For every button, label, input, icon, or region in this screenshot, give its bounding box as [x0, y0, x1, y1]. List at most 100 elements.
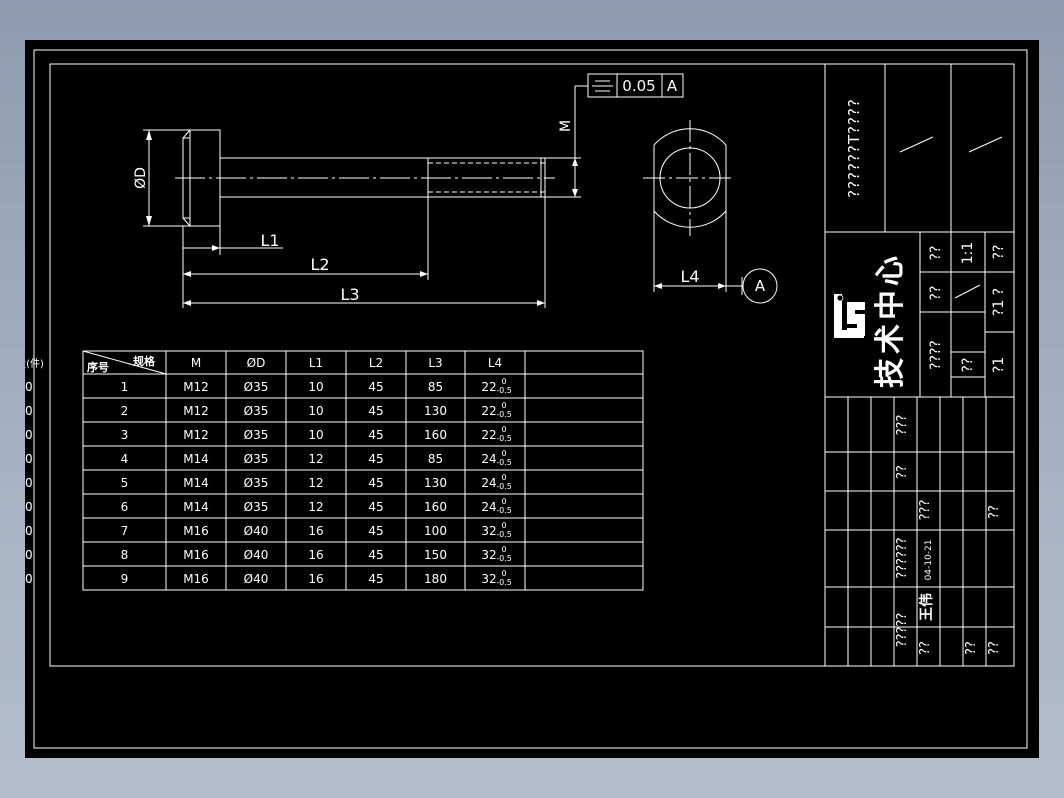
- table-cell-no: 7: [121, 524, 129, 538]
- arrow: [183, 271, 191, 277]
- corner-top-label: 规格: [133, 354, 156, 368]
- table-cell-d: Ø40: [244, 572, 269, 586]
- table-cell-m: M16: [183, 548, 209, 562]
- tb-date: 04-10-21: [924, 540, 934, 581]
- table-cell-m: M12: [183, 428, 209, 442]
- arrow: [183, 300, 191, 306]
- title-block: ??????T???? 技术中心 ?? ?? ???? 1:1 ?? ?? ?1…: [824, 64, 1014, 666]
- table-cell-m: M16: [183, 572, 209, 586]
- tolerance-upper: 0: [501, 569, 506, 578]
- table-cell-m: M14: [183, 476, 209, 490]
- tolerance-upper: 0: [501, 449, 506, 458]
- arrow: [718, 283, 726, 289]
- tb-q-f: ?1: [991, 357, 1007, 373]
- tolerance-upper: 0: [501, 401, 506, 410]
- table-cell-l4: 24: [481, 452, 496, 466]
- table-cell-qty: 20: [25, 476, 33, 490]
- table-cell-l2: 45: [368, 572, 383, 586]
- table-cell-l4: 32: [481, 548, 496, 562]
- tb-q-top: ??????T????: [845, 98, 863, 198]
- table-cell-l1: 16: [308, 572, 323, 586]
- table-cell-l4: 22: [481, 428, 496, 442]
- table-cell-d: Ø40: [244, 524, 269, 538]
- table-cell-l2: 45: [368, 404, 383, 418]
- table-cell-l4: 24: [481, 500, 496, 514]
- table-cell-l1: 10: [308, 428, 323, 442]
- tb-slash: [968, 136, 1003, 153]
- table-cell-l3: 130: [424, 404, 447, 418]
- table-cell-m: M14: [183, 452, 209, 466]
- table-cell-l1: 16: [308, 548, 323, 562]
- tb-q-j: ???: [918, 500, 933, 521]
- datum-label: A: [755, 277, 766, 295]
- arrow: [212, 245, 220, 251]
- tb-q-b: ??: [928, 286, 944, 301]
- tb-q-i: ??????: [895, 537, 910, 578]
- tb-q-e: ?1 ?: [991, 288, 1007, 316]
- table-cell-no: 4: [121, 452, 129, 466]
- tolerance-upper: 0: [501, 425, 506, 434]
- tolerance-lower: -0.5: [496, 506, 512, 515]
- dim-m-label: M: [558, 120, 574, 132]
- table-cell-qty: 20: [25, 548, 33, 562]
- table-cell-l2: 45: [368, 500, 383, 514]
- tolerance-datum: A: [667, 77, 678, 95]
- dim-l1-label: L1: [260, 231, 279, 250]
- table-cell-qty: 20: [25, 524, 33, 538]
- table-cell-qty: 20: [25, 500, 33, 514]
- arrow: [572, 189, 578, 197]
- table-cell-d: Ø35: [244, 380, 269, 394]
- table-cell-l1: 12: [308, 476, 323, 490]
- dim-l3-label: L3: [340, 285, 359, 304]
- tolerance-lower: -0.5: [496, 386, 512, 395]
- tb-q-d: ??: [991, 245, 1007, 260]
- table-cell-l3: 130: [424, 476, 447, 490]
- table-cell-l2: 45: [368, 380, 383, 394]
- tolerance-lower: -0.5: [496, 410, 512, 419]
- table-header-cell: L4: [488, 356, 502, 370]
- table-cell-d: Ø35: [244, 452, 269, 466]
- tb-name: 王伟: [918, 593, 935, 621]
- tb-q-n: ??: [964, 641, 979, 655]
- dim-d-label: ØD: [133, 167, 149, 189]
- tolerance-lower: -0.5: [496, 458, 512, 467]
- tb-q-l: ?????: [895, 613, 910, 648]
- table-header-cell: L1: [309, 356, 323, 370]
- table-cell-l2: 45: [368, 548, 383, 562]
- part-side-view: ØD M 0.05 A L1 L2 L3: [133, 73, 684, 308]
- drawing-canvas: ØD M 0.05 A L1 L2 L3 L4 A 规格 序号 M ØD L1 …: [25, 40, 1039, 758]
- table-cell-l3: 160: [424, 500, 447, 514]
- table-cell-no: 1: [121, 380, 129, 394]
- table-cell-d: Ø35: [244, 500, 269, 514]
- company-name: 技术中心: [873, 252, 908, 388]
- table-cell-no: 8: [121, 548, 129, 562]
- dim-l2-label: L2: [310, 255, 329, 274]
- tolerance-upper: 0: [501, 377, 506, 386]
- tb-q-m: ??: [960, 358, 976, 373]
- tb-slash: [899, 136, 934, 153]
- table-cell-l3: 85: [428, 452, 443, 466]
- table-cell-m: M16: [183, 524, 209, 538]
- table-header-cell: M: [191, 356, 201, 370]
- table-header-cell: 数量(件): [25, 357, 44, 370]
- table-cell-l4: 32: [481, 572, 496, 586]
- table-cell-d: Ø35: [244, 476, 269, 490]
- arrow: [537, 300, 545, 306]
- arrow: [146, 130, 152, 140]
- arrow: [572, 158, 578, 166]
- table-cell-no: 9: [121, 572, 129, 586]
- tb-scale: 1:1: [960, 242, 976, 265]
- table-cell-m: M12: [183, 380, 209, 394]
- tolerance-value: 0.05: [622, 77, 655, 95]
- table-cell-l3: 150: [424, 548, 447, 562]
- table-cell-m: M14: [183, 500, 209, 514]
- table-cell-l4: 22: [481, 380, 496, 394]
- tb-q-h: ??: [895, 465, 910, 479]
- arrow: [146, 216, 152, 226]
- table-cell-d: Ø35: [244, 404, 269, 418]
- tolerance-lower: -0.5: [496, 434, 512, 443]
- table-header-cell: ØD: [247, 356, 266, 370]
- table-cell-l3: 180: [424, 572, 447, 586]
- tb-q-h2: ??: [987, 641, 1002, 655]
- table-cell-l1: 10: [308, 380, 323, 394]
